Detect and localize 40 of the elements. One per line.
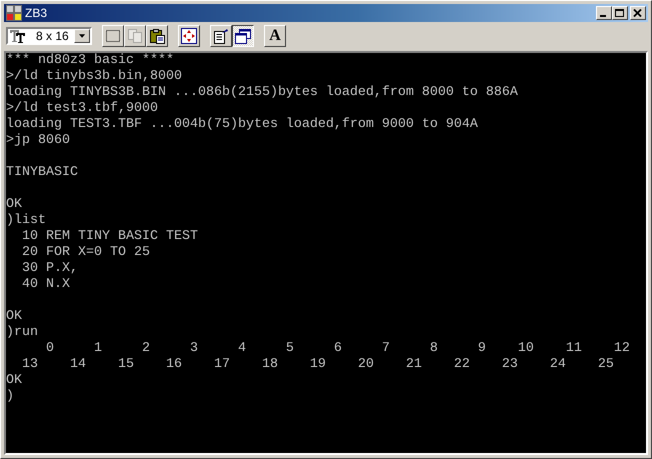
maximize-button[interactable]: [612, 6, 628, 20]
minimize-icon: [600, 15, 606, 17]
minimize-button[interactable]: [596, 6, 612, 20]
truetype-icon: [10, 29, 26, 43]
console-line: )run: [6, 325, 38, 341]
dashed-rectangle-icon: [105, 28, 121, 44]
close-icon: [633, 8, 643, 18]
document-icon: [213, 28, 229, 44]
console-line: 13 14 15 16 17 18 19 20 21 22 23 24 25: [20, 357, 614, 373]
maximize-icon: [615, 8, 625, 18]
console-line: 20 FOR X=0 TO 25: [20, 245, 150, 261]
window-title: ZB3: [25, 6, 48, 20]
console-line: loading TINYBS3B.BIN ...086b(2155)bytes loaded,from 8000 to 886A: [6, 85, 518, 101]
console-line: TINYBASIC: [6, 165, 78, 181]
font-button[interactable]: A: [264, 25, 286, 47]
console-line: )list: [6, 213, 46, 229]
console-line: 40 N.X: [20, 277, 70, 293]
fullscreen-button[interactable]: [178, 25, 200, 47]
clipboard-icon: [149, 28, 165, 44]
close-button[interactable]: [630, 6, 646, 20]
copy-icon: [127, 28, 143, 44]
console-line: loading TEST3.TBF ...004b(75)bytes loaded,from 9000 to 904A: [6, 117, 478, 133]
console-line: >/ld test3.tbf,9000: [6, 101, 158, 117]
console-line: ): [6, 389, 14, 405]
font-size-dropdown[interactable]: 8 x 16: [6, 27, 92, 45]
console-line: OK: [6, 309, 22, 325]
console-line: OK: [6, 373, 22, 389]
arrows-icon: [181, 28, 197, 44]
mark-button[interactable]: [102, 25, 124, 47]
console-line: 0 1 2 3 4 5 6 7 8 9 10 11 12: [44, 341, 630, 357]
console-line: *** nd80z3 basic ****: [6, 53, 174, 69]
app-icon: [6, 5, 22, 21]
console-line: >/ld tinybs3b.bin,8000: [6, 69, 182, 85]
properties-button[interactable]: [210, 25, 232, 47]
windows-icon: [235, 28, 251, 44]
console-line: 10 REM TINY BASIC TEST: [20, 229, 198, 245]
console-line: 30 P.X,: [20, 261, 78, 277]
paste-button[interactable]: [146, 25, 168, 47]
console-line: >jp 8060: [6, 133, 70, 149]
console-line: OK: [6, 197, 22, 213]
